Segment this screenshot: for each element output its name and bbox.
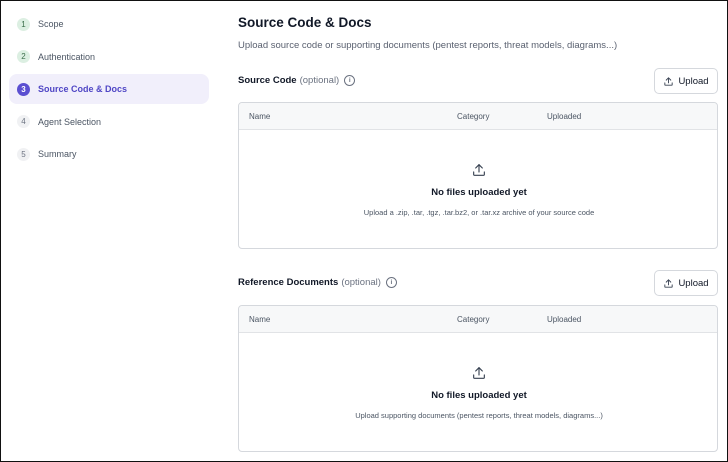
source-code-table: Name Category Uploaded No files uploaded… xyxy=(238,102,718,249)
step-authentication[interactable]: 2 Authentication xyxy=(9,42,209,72)
column-header-name[interactable]: Name xyxy=(249,112,270,121)
reference-documents-header: Reference Documents (optional) i Upload xyxy=(238,270,718,296)
column-header-name[interactable]: Name xyxy=(249,315,270,324)
step-summary[interactable]: 5 Summary xyxy=(9,139,209,169)
step-label: Source Code & Docs xyxy=(38,84,128,95)
upload-label: Upload xyxy=(678,277,709,289)
section-title: Reference Documents xyxy=(238,277,339,288)
step-number: 3 xyxy=(17,82,30,96)
source-code-upload-button[interactable]: Upload xyxy=(654,68,718,94)
reference-documents-title-row: Reference Documents (optional) i xyxy=(238,277,397,288)
step-number: 2 xyxy=(17,50,30,64)
source-code-header: Source Code (optional) i Upload xyxy=(238,68,718,94)
empty-state-description: Upload a .zip, .tar, .tgz, .tar.bz2, or … xyxy=(363,208,595,217)
step-label: Summary xyxy=(38,149,77,160)
step-number: 5 xyxy=(17,147,30,161)
column-header-category[interactable]: Category xyxy=(457,315,489,324)
source-code-title-row: Source Code (optional) i xyxy=(238,75,356,86)
reference-documents-table: Name Category Uploaded No files uploaded… xyxy=(238,305,718,452)
upload-icon xyxy=(664,278,674,288)
optional-label: (optional) xyxy=(299,75,340,86)
reference-documents-upload-button[interactable]: Upload xyxy=(654,270,718,296)
table-header: Name Category Uploaded xyxy=(239,103,717,130)
table-header: Name Category Uploaded xyxy=(239,306,717,333)
info-icon[interactable]: i xyxy=(385,277,397,288)
empty-state-description: Upload supporting documents (pentest rep… xyxy=(355,411,603,420)
column-header-uploaded[interactable]: Uploaded xyxy=(547,112,581,121)
empty-state-title: No files uploaded yet xyxy=(431,390,527,401)
upload-icon xyxy=(473,367,485,379)
step-label: Agent Selection xyxy=(38,116,102,127)
upload-icon xyxy=(664,76,674,86)
wizard-stepper: 1 Scope 2 Authentication 3 Source Code &… xyxy=(9,9,209,172)
step-number: 1 xyxy=(17,17,30,31)
upload-icon xyxy=(473,164,485,176)
column-header-category[interactable]: Category xyxy=(457,112,489,121)
step-source-code-docs[interactable]: 3 Source Code & Docs xyxy=(9,74,209,105)
app-window: 1 Scope 2 Authentication 3 Source Code &… xyxy=(0,0,728,462)
step-agent-selection[interactable]: 4 Agent Selection xyxy=(9,107,209,137)
step-label: Scope xyxy=(38,19,64,29)
step-label: Authentication xyxy=(38,51,96,62)
info-icon[interactable]: i xyxy=(344,75,356,86)
page-title: Source Code & Docs xyxy=(238,15,372,30)
page-subtitle: Upload source code or supporting documen… xyxy=(238,40,618,51)
section-title: Source Code xyxy=(238,75,297,86)
step-number: 4 xyxy=(17,115,30,129)
upload-label: Upload xyxy=(678,75,709,87)
column-header-uploaded[interactable]: Uploaded xyxy=(547,315,581,324)
optional-label: (optional) xyxy=(341,277,381,288)
empty-state-title: No files uploaded yet xyxy=(431,187,527,198)
step-scope[interactable]: 1 Scope xyxy=(9,9,209,39)
